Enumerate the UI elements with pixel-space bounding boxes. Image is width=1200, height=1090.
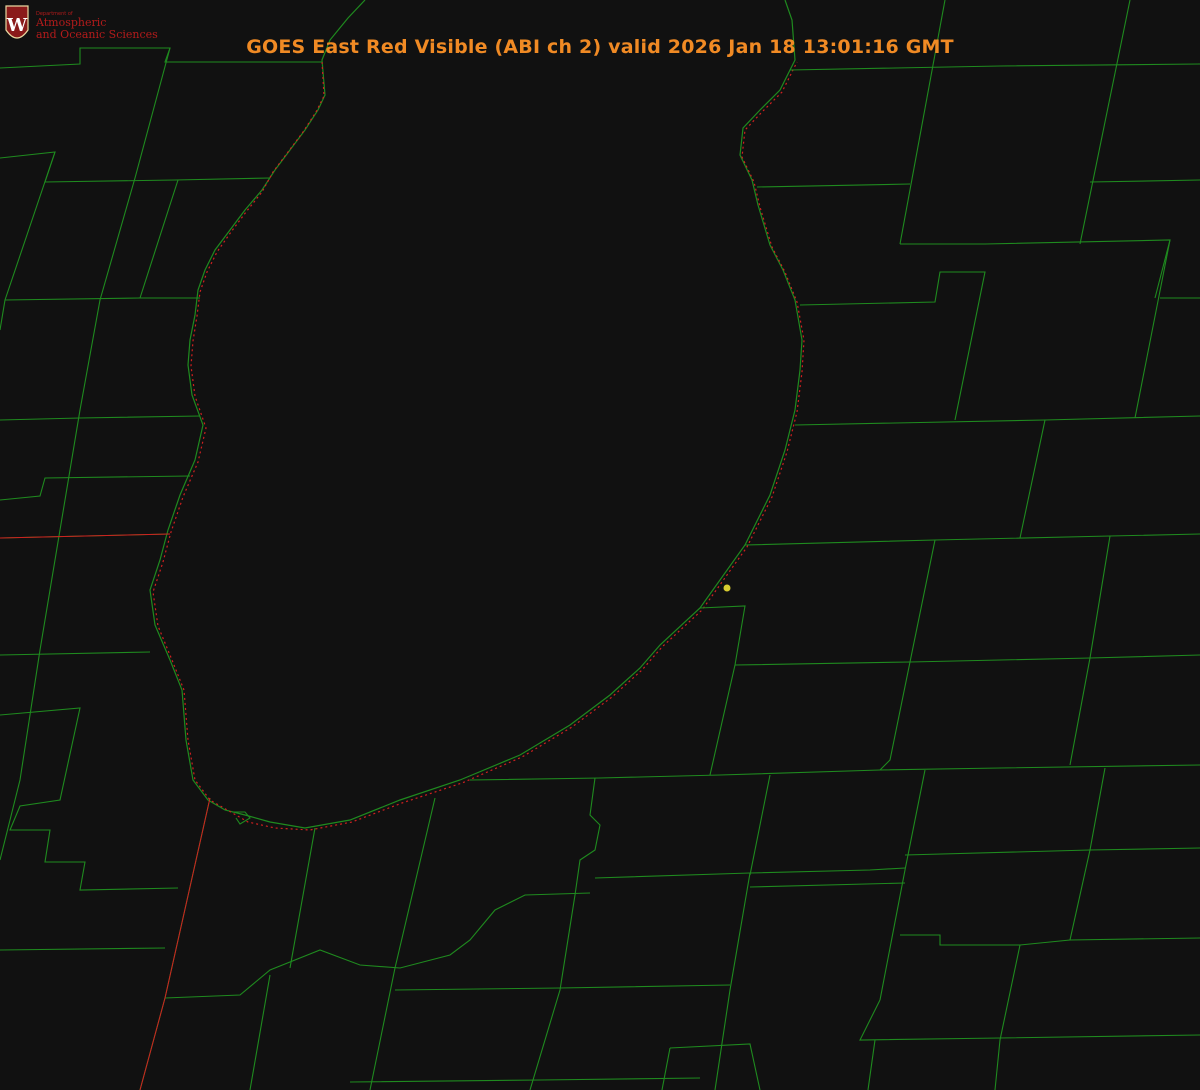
map-canvas: W (0, 0, 1200, 1090)
map-background (0, 0, 1200, 1090)
image-title: GOES East Red Visible (ABI ch 2) valid 2… (246, 36, 954, 58)
satellite-map-view: W Department of Atmospheric and Oceanic … (0, 0, 1200, 1090)
location-dot-icon (723, 584, 731, 592)
